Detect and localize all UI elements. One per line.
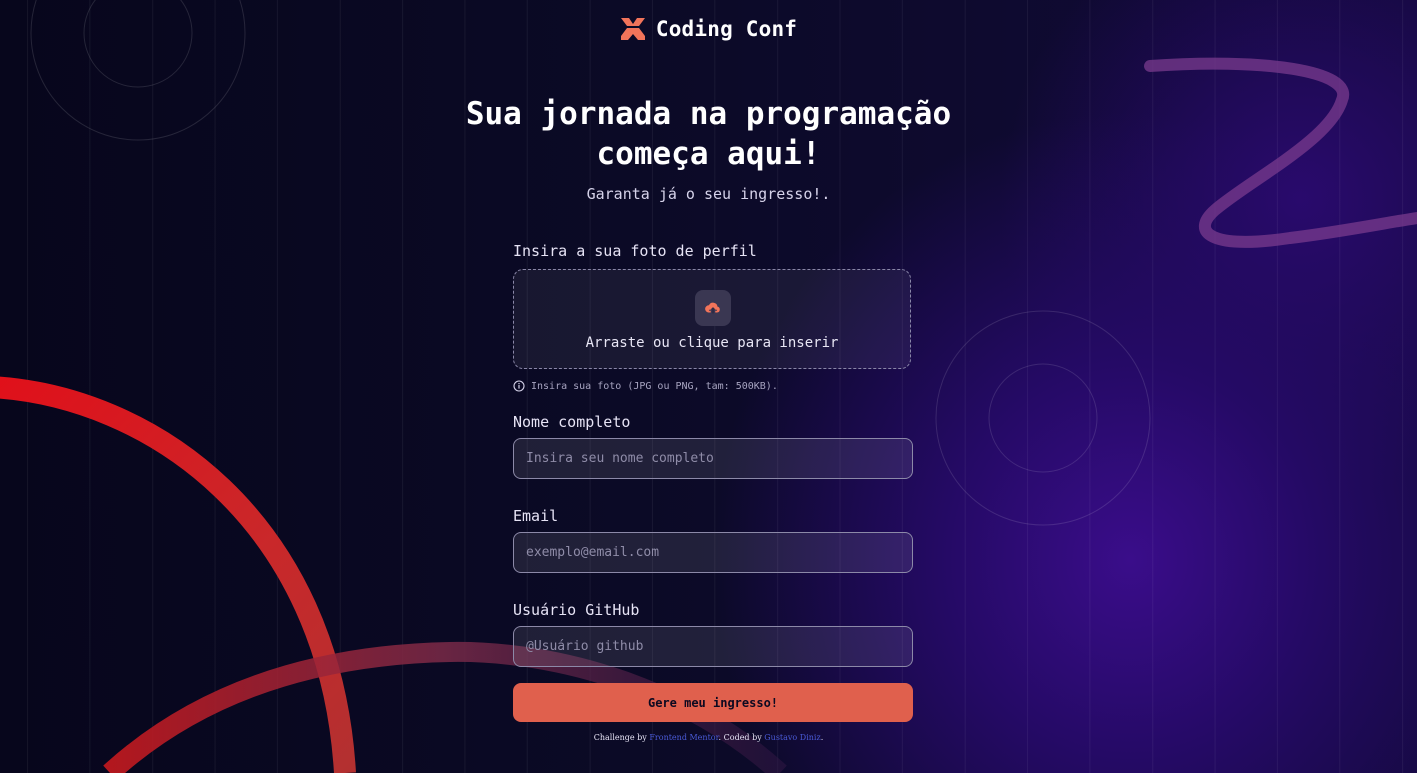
email-input[interactable]	[513, 532, 913, 573]
attribution-footer: Challenge by Frontend Mentor. Coded by G…	[0, 733, 1417, 742]
upload-icon-box	[695, 290, 731, 326]
github-field-label: Usuário GitHub	[513, 601, 640, 619]
page-title-line-2: começa aqui!	[596, 136, 821, 172]
attribution-challenge-prefix: Challenge by	[593, 733, 650, 742]
upload-hint-text: Insira sua foto (JPG ou PNG, tam: 500KB)…	[531, 380, 778, 392]
page-subtitle: Garanta já o seu ingresso!.	[586, 185, 831, 203]
email-field-label: Email	[513, 507, 559, 525]
info-icon	[513, 380, 525, 392]
frontend-mentor-link[interactable]: Frontend Mentor	[649, 733, 718, 742]
attribution-coded-prefix: . Coded by	[718, 733, 765, 742]
name-input[interactable]	[513, 438, 913, 479]
name-field-label: Nome completo	[513, 413, 631, 431]
page-title-line-1: Sua jornada na programação	[465, 96, 952, 132]
brand-header: Coding Conf	[0, 16, 1417, 42]
upload-instructions: Arraste ou clique para inserir	[585, 335, 839, 351]
attribution-suffix: .	[820, 733, 824, 742]
ticket-form: Insira a sua foto de perfil Arraste ou c…	[513, 242, 913, 722]
right-circles	[935, 310, 1151, 526]
avatar-upload-dropzone[interactable]: Arraste ou clique para inserir	[513, 269, 911, 369]
upload-cloud-icon	[705, 302, 720, 314]
coding-conf-logo-icon	[620, 18, 645, 40]
author-link[interactable]: Gustavo Diniz	[764, 733, 820, 742]
upload-hint: Insira sua foto (JPG ou PNG, tam: 500KB)…	[513, 380, 778, 392]
avatar-upload-label: Insira a sua foto de perfil	[513, 242, 757, 260]
github-username-input[interactable]	[513, 626, 913, 667]
page-title: Sua jornada na programação começa aqui!	[0, 94, 1417, 174]
generate-ticket-button[interactable]: Gere meu ingresso!	[513, 683, 913, 722]
brand-name: Coding Conf	[655, 17, 798, 41]
